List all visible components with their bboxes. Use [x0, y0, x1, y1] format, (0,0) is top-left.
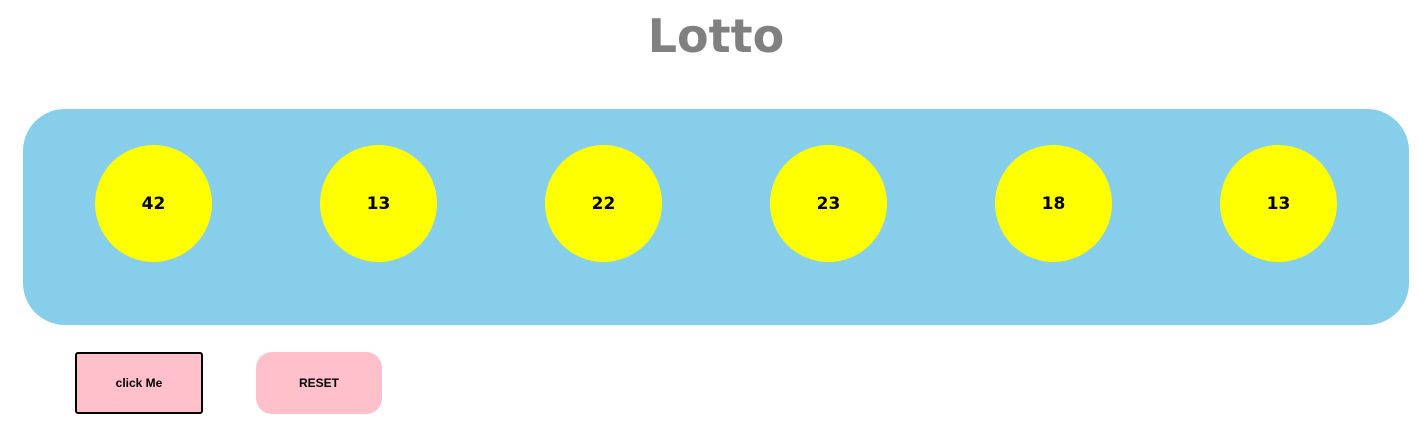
lotto-ball: 42 — [95, 145, 212, 262]
click-me-button[interactable]: click Me — [75, 352, 203, 414]
page-title: Lotto — [647, 9, 785, 63]
reset-button[interactable]: RESET — [256, 352, 382, 414]
lotto-ball: 18 — [995, 145, 1112, 262]
lotto-ball: 13 — [320, 145, 437, 262]
lotto-ball: 23 — [770, 145, 887, 262]
lotto-ball: 13 — [1220, 145, 1337, 262]
lotto-ball: 22 — [545, 145, 662, 262]
lotto-ball-panel: 42 13 22 23 18 13 — [23, 109, 1409, 325]
